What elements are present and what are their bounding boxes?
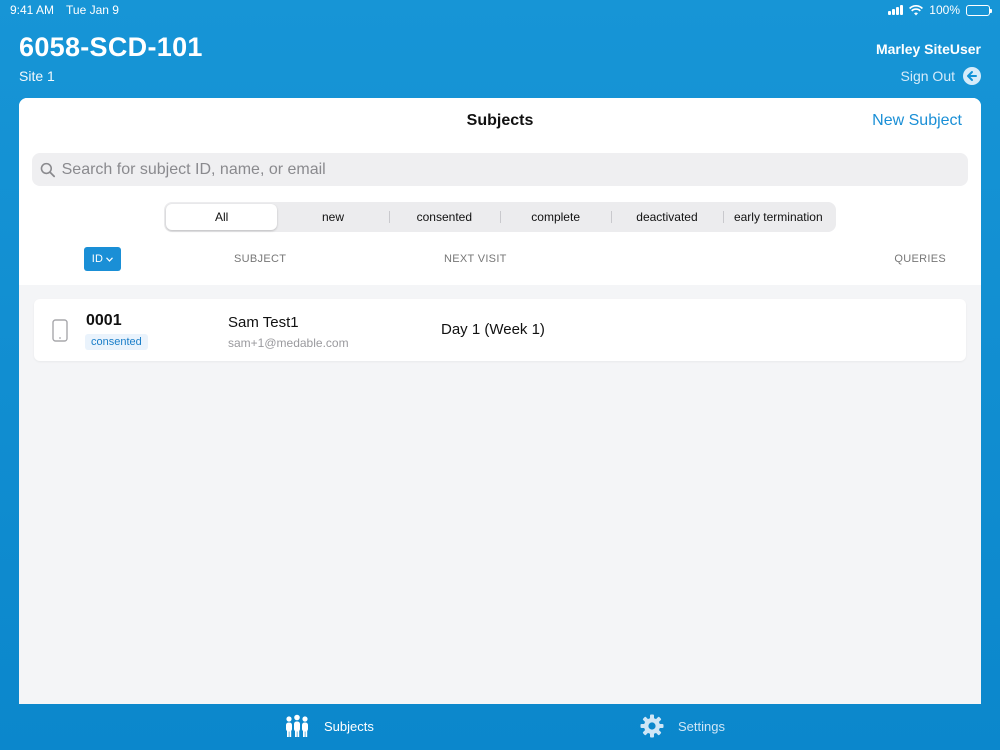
user-name: Marley SiteUser bbox=[875, 41, 981, 57]
column-headers: ID SUBJECT NEXT VISIT QUERIES bbox=[19, 246, 981, 272]
status-time: 9:41 AM bbox=[10, 3, 55, 17]
battery-icon bbox=[966, 4, 992, 16]
subject-id: 0001 bbox=[86, 312, 122, 329]
status-bar: 9:41 AM Tue Jan 9 100% bbox=[0, 0, 1000, 20]
filter-consented[interactable]: consented bbox=[388, 204, 500, 230]
wifi-icon bbox=[909, 4, 924, 15]
signal-icon bbox=[888, 5, 904, 15]
gear-icon bbox=[640, 714, 664, 738]
tab-subjects-label: Subjects bbox=[324, 718, 374, 734]
status-badge: consented bbox=[85, 334, 148, 350]
subjects-panel: Subjects New Subject All new consented c… bbox=[19, 98, 981, 704]
status-filter: All new consented complete deactivated e… bbox=[164, 202, 836, 232]
column-header-next-visit: NEXT VISIT bbox=[444, 253, 507, 265]
column-header-subject: SUBJECT bbox=[234, 253, 287, 265]
status-right: 100% bbox=[888, 3, 992, 17]
status-date: Tue Jan 9 bbox=[66, 3, 119, 17]
chevron-down-icon bbox=[106, 256, 114, 262]
sign-out-button[interactable]: Sign Out bbox=[901, 67, 981, 85]
panel-header: Subjects New Subject All new consented c… bbox=[19, 98, 981, 285]
app-header: 6058-SCD-101 Site 1 Marley SiteUser Sign… bbox=[19, 30, 981, 90]
subject-next-visit: Day 1 (Week 1) bbox=[441, 321, 545, 338]
new-subject-button[interactable]: New Subject bbox=[872, 112, 962, 130]
sign-out-icon bbox=[963, 67, 981, 85]
search-icon bbox=[40, 162, 56, 177]
subject-email: sam+1@medable.com bbox=[228, 336, 349, 350]
column-header-queries: QUERIES bbox=[894, 253, 946, 265]
filter-complete[interactable]: complete bbox=[499, 204, 611, 230]
subject-row[interactable]: 0001 consented Sam Test1 sam+1@medable.c… bbox=[34, 299, 966, 361]
tab-subjects[interactable]: Subjects bbox=[284, 714, 374, 738]
sort-id-button[interactable]: ID bbox=[84, 247, 121, 271]
tab-settings-label: Settings bbox=[678, 718, 725, 734]
subject-name: Sam Test1 bbox=[228, 314, 299, 331]
filter-all[interactable]: All bbox=[166, 204, 278, 230]
study-title: 6058-SCD-101 bbox=[19, 32, 203, 62]
sort-label: ID bbox=[91, 253, 104, 265]
search-bar[interactable] bbox=[32, 153, 968, 186]
filter-new[interactable]: new bbox=[277, 204, 388, 230]
filter-early-termination[interactable]: early termination bbox=[722, 204, 834, 230]
phone-device-icon bbox=[52, 319, 68, 342]
people-icon bbox=[286, 714, 308, 737]
search-input[interactable] bbox=[61, 160, 968, 179]
site-label: Site 1 bbox=[19, 68, 55, 84]
filter-deactivated[interactable]: deactivated bbox=[611, 204, 722, 230]
tab-bar: Subjects Settings bbox=[0, 704, 1000, 750]
sign-out-label: Sign Out bbox=[900, 68, 955, 84]
tab-settings[interactable]: Settings bbox=[640, 714, 725, 738]
panel-title: Subjects bbox=[466, 112, 534, 129]
battery-percent: 100% bbox=[929, 3, 960, 17]
